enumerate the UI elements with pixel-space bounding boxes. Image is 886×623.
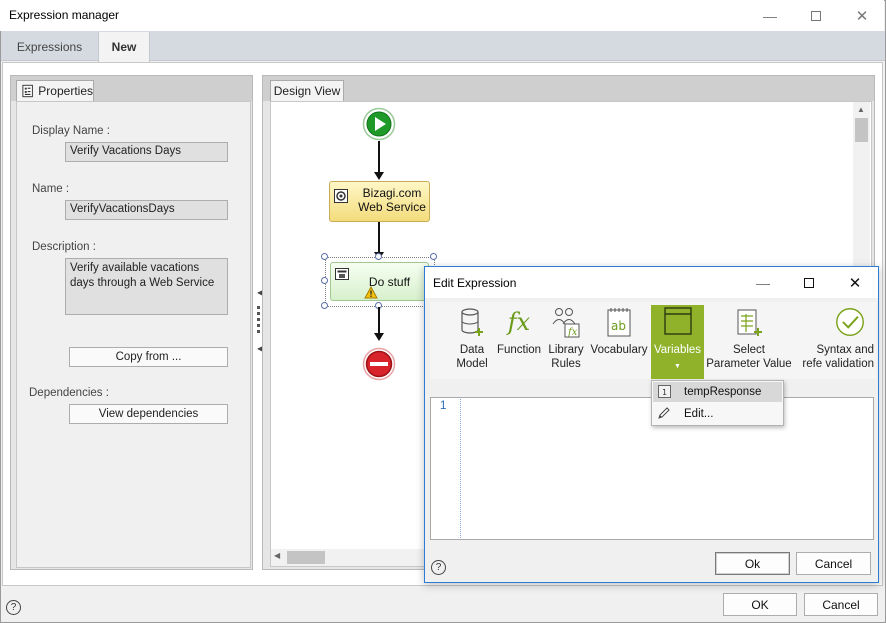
name-field[interactable]: VerifyVacationsDays [65,200,228,220]
library-rules-label: Library Rules [548,344,584,370]
vocabulary-button[interactable]: ab Vocabulary [590,305,648,379]
maximize-button[interactable] [793,0,839,31]
dropdown-item-label: Edit... [684,408,714,420]
dialog-title: Edit Expression [433,276,517,290]
panel-splitter[interactable]: ◀ ◀ [256,286,263,356]
variable-icon: 1 [658,385,671,398]
web-service-task-label: Bizagi.com Web Service [358,186,426,214]
selection-handle[interactable] [321,302,328,309]
flow-arrow-icon [374,172,384,180]
dropdown-item-label: tempResponse [684,386,762,398]
data-model-label: Data Model [456,344,488,370]
selection-handle[interactable] [375,253,382,260]
selection-handle[interactable] [430,253,437,260]
description-field[interactable]: Verify available vacations days through … [65,258,228,315]
close-button[interactable]: ✕ [839,0,885,31]
syntax-validation-label: Syntax and refe validation [802,344,874,370]
properties-tab[interactable]: Properties [16,80,94,101]
properties-tab-label: Properties [38,84,93,98]
dialog-cancel-button[interactable]: Cancel [796,552,871,575]
name-label: Name : [32,183,70,195]
dependencies-label: Dependencies : [29,387,109,399]
minimize-icon: — [756,274,770,291]
cancel-button[interactable]: Cancel [804,593,878,616]
dialog-help-icon[interactable]: ? [431,560,446,575]
help-icon[interactable]: ? [6,600,21,615]
tab-new[interactable]: New [98,32,150,62]
svg-text:ab: ab [611,319,626,333]
ok-button[interactable]: OK [723,593,797,616]
close-icon: ✕ [855,7,869,25]
variables-icon [663,305,693,339]
checkmark-icon [835,305,865,339]
dialog-ok-button[interactable]: Ok [715,552,790,575]
scroll-up-icon[interactable]: ▲ [857,105,865,114]
editor-gutter [460,399,461,538]
view-dependencies-button[interactable]: View dependencies [69,404,228,424]
vocabulary-label: Vocabulary [590,344,648,356]
maximize-icon [811,10,821,21]
window-title: Expression manager [9,8,120,22]
service-task-icon [334,189,348,203]
script-task-icon [335,268,349,280]
maximize-icon [804,277,814,288]
display-name-label: Display Name : [32,125,110,137]
variables-button[interactable]: Variables ▼ [651,305,704,379]
properties-body [16,101,251,568]
end-event-icon[interactable] [362,347,396,381]
parameter-icon [734,305,764,339]
dialog-maximize-button[interactable] [786,267,832,298]
description-label: Description : [32,241,96,253]
dialog-close-button[interactable]: ✕ [832,267,878,298]
line-number: 1 [440,400,447,412]
flow-connector [378,307,380,334]
vertical-scroll-thumb[interactable] [855,118,868,142]
horizontal-scroll-thumb[interactable] [287,551,325,564]
svg-text:1: 1 [662,388,667,397]
library-rules-button[interactable]: fx Library Rules [545,305,587,379]
data-model-button[interactable]: Data Model [451,305,493,379]
function-button[interactable]: fx Function [496,305,542,379]
syntax-validation-button[interactable]: Syntax and refe validation [796,305,874,379]
function-label: Function [496,344,542,356]
display-name-field[interactable]: Verify Vacations Days [65,142,228,162]
chevron-down-icon: ▼ [674,363,681,370]
design-view-tab[interactable]: Design View [270,80,344,101]
minimize-icon: — [763,7,777,24]
pencil-icon [658,407,670,419]
select-parameter-value-label: Select Parameter Value [706,344,792,370]
database-icon [457,305,487,339]
copy-from-button[interactable]: Copy from ... [69,347,228,367]
function-icon: fx [507,308,531,336]
select-parameter-value-button[interactable]: Select Parameter Value [706,305,792,379]
vocabulary-icon: ab [604,305,634,339]
warning-icon [364,286,378,299]
variables-label: Variables [653,344,702,356]
minimize-button[interactable]: — [747,0,793,31]
selection-handle[interactable] [321,277,328,284]
flow-connector [378,222,380,254]
svg-text:fx: fx [567,327,578,338]
scroll-left-icon[interactable]: ◀ [274,551,280,560]
library-rules-icon: fx [551,305,581,339]
dialog-minimize-button[interactable]: — [740,267,786,298]
start-event-icon[interactable] [362,107,396,141]
close-icon: ✕ [848,274,862,292]
dropdown-item-edit[interactable] [653,403,782,424]
flow-connector [378,141,380,173]
design-view-header [263,76,874,101]
selection-handle[interactable] [321,253,328,260]
properties-icon [22,84,33,98]
flow-arrow-icon [374,333,384,341]
tab-expressions[interactable]: Expressions [1,32,98,61]
